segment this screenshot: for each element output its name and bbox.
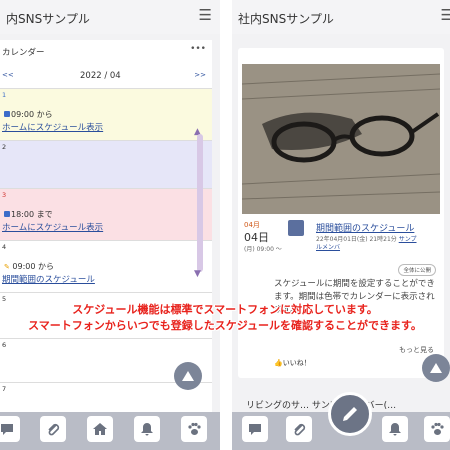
day-number: 1 [2, 91, 7, 99]
day-number: 4 [2, 243, 7, 251]
next-month-button[interactable]: >> [194, 71, 206, 79]
right-phone-screen: 社内SNSサンプル ☰ 04月 04日 (月) 09:00 〜 期間範囲のスケジ… [232, 0, 450, 450]
work-bag-icon [4, 111, 10, 117]
event-time: ✎ 09:00 から [4, 262, 55, 271]
bottom-nav [0, 412, 220, 450]
paperclip-icon [294, 423, 306, 436]
nav-paw-button[interactable] [181, 416, 207, 442]
event-link[interactable]: ホームにスケジュール表示 [2, 221, 103, 233]
post-author-link-cont[interactable]: ルメンバ [316, 242, 340, 251]
hamburger-menu-icon[interactable]: ☰ [199, 8, 212, 23]
event-time: 09:00 から [4, 109, 53, 120]
day-number: 7 [2, 385, 7, 393]
nav-home-button[interactable] [87, 416, 113, 442]
calendar-month-label: 2022 / 04 [80, 71, 121, 81]
post-date-day: 04日 [244, 231, 269, 244]
read-more-link[interactable]: もっと見る [399, 345, 434, 355]
event-link[interactable]: ホームにスケジュール表示 [2, 121, 103, 133]
app-title: 内SNSサンプル [6, 12, 90, 26]
calendar-day-row[interactable]: 4 ✎ 09:00 から 期間範囲のスケジュール [0, 240, 212, 292]
hamburger-menu-icon[interactable]: ☰ [441, 8, 450, 23]
thumbs-up-icon: 👍 [274, 359, 283, 367]
pencil-icon [343, 407, 357, 421]
paperclip-icon [48, 423, 60, 436]
calendar-month-nav: << 2022 / 04 >> [0, 68, 212, 84]
triangle-up-icon [430, 363, 442, 373]
nav-notification-button[interactable] [134, 416, 160, 442]
left-phone-screen: 内SNSサンプル ☰ カレンダー ••• << 2022 / 04 >> 1 0… [0, 0, 220, 450]
nav-attachment-button[interactable] [286, 416, 312, 442]
caption-line-1: スケジュール機能は標準でスマートフォンに対応しています。 [72, 303, 378, 316]
triangle-down-icon: ▼ [194, 269, 201, 279]
bell-icon [389, 423, 401, 436]
day-number: 2 [2, 143, 7, 151]
more-options-icon[interactable]: ••• [190, 44, 206, 54]
event-time: 18:00 まで [4, 209, 53, 220]
app-title: 社内SNSサンプル [238, 12, 334, 26]
nav-notification-button[interactable] [382, 416, 408, 442]
triangle-up-icon [182, 371, 194, 381]
app-header: 内SNSサンプル ☰ [0, 0, 220, 34]
compose-post-button[interactable] [328, 392, 372, 436]
paw-icon [188, 422, 201, 435]
day-number: 6 [2, 341, 7, 349]
bell-icon [141, 423, 153, 436]
chat-icon [1, 424, 13, 435]
post-photo[interactable] [242, 64, 440, 214]
paw-icon [431, 422, 444, 435]
calendar-day-row[interactable]: 2 [0, 140, 212, 188]
caption-line-2: スマートフォンからいつでも登録したスケジュールを確認することができます。 [28, 318, 422, 332]
calendar-title: カレンダー [2, 48, 45, 58]
visibility-badge: 全体に公開 [398, 264, 436, 276]
pencil-icon: ✎ [4, 263, 10, 271]
avatar[interactable] [288, 220, 304, 236]
nav-chat-button[interactable] [0, 416, 20, 442]
calendar-day-row[interactable]: 3 18:00 まで ホームにスケジュール表示 [0, 188, 212, 240]
event-link[interactable]: 期間範囲のスケジュール [2, 273, 95, 285]
nav-paw-button[interactable] [424, 416, 450, 442]
home-icon [93, 423, 107, 435]
post-date-time: (月) 09:00 〜 [244, 246, 282, 253]
calendar-day-row[interactable]: 1 09:00 から ホームにスケジュール表示 [0, 88, 212, 140]
nav-chat-button[interactable] [242, 416, 268, 442]
post-author-link[interactable]: サンプ [399, 236, 417, 243]
scroll-to-top-button[interactable] [422, 354, 450, 382]
nav-attachment-button[interactable] [40, 416, 66, 442]
prev-month-button[interactable]: << [2, 71, 14, 79]
work-bag-icon [4, 211, 10, 217]
post-title-link[interactable]: 期間範囲のスケジュール [316, 221, 414, 234]
period-range-track [197, 134, 203, 272]
glasses-on-newspaper-image [242, 64, 440, 214]
scroll-to-top-button[interactable] [174, 362, 202, 390]
app-header: 社内SNSサンプル ☰ [232, 0, 450, 34]
chat-icon [249, 424, 261, 435]
like-button[interactable]: 👍いいね！ [274, 358, 311, 368]
promo-caption: スケジュール機能は標準でスマートフォンに対応しています。 スマートフォンからいつ… [0, 302, 450, 334]
day-number: 3 [2, 191, 7, 199]
period-range-bar[interactable]: ▲ ▼ [194, 128, 206, 279]
